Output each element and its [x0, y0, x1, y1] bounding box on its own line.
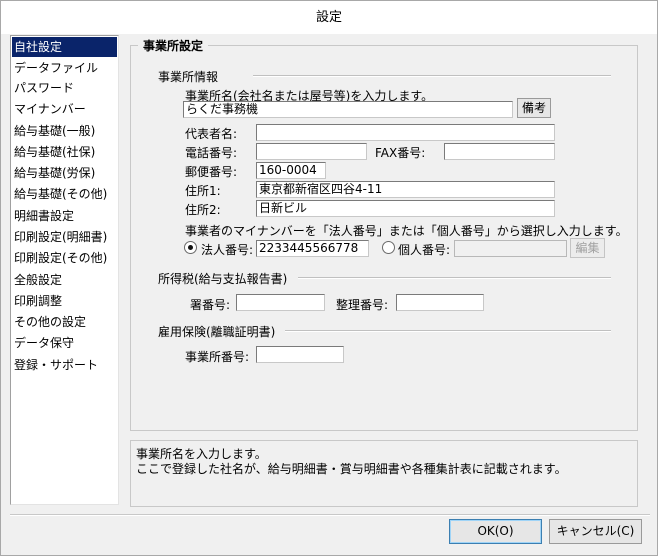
personal-number-label: 個人番号:: [398, 243, 451, 257]
address1-input[interactable]: 東京都新宿区四谷4-11: [256, 181, 555, 198]
panel-title: 事業所設定: [138, 37, 209, 54]
section-office-info: 事業所情報: [158, 70, 219, 84]
window-title: 設定: [1, 1, 657, 34]
nav-item-company-settings[interactable]: 自社設定: [12, 37, 117, 57]
employment-office-number-input[interactable]: [256, 346, 344, 363]
fax-label: FAX番号:: [375, 146, 426, 160]
cancel-button[interactable]: キャンセル(C): [549, 519, 642, 544]
tax-office-number-input[interactable]: [236, 294, 325, 311]
nav-item-password[interactable]: パスワード: [12, 78, 117, 98]
section-income-tax: 所得税(給与支払報告書): [158, 272, 288, 286]
nav-item-data-file[interactable]: データファイル: [12, 58, 117, 78]
address1-label: 住所1:: [185, 184, 221, 198]
address2-label: 住所2:: [185, 203, 221, 217]
ok-button[interactable]: OK(O): [449, 519, 542, 544]
section-employment-insurance: 雇用保険(離職証明書): [158, 325, 276, 339]
personal-number-radio[interactable]: [382, 241, 395, 254]
phone-label: 電話番号:: [185, 146, 238, 160]
corporate-number-input[interactable]: 2233445566778: [256, 240, 369, 257]
address2-input[interactable]: 日新ビル: [256, 200, 555, 217]
footer-divider: [10, 514, 650, 516]
personal-number-input[interactable]: [454, 240, 567, 257]
nav-item-salary-other[interactable]: 給与基礎(その他): [12, 184, 117, 204]
office-name-input[interactable]: らくだ事務機: [183, 101, 513, 118]
my-number-prompt: 事業者のマイナンバーを「法人番号」または「個人番号」から選択し入力します。: [185, 224, 628, 238]
nav-item-my-number[interactable]: マイナンバー: [12, 99, 117, 119]
nav-item-general-settings[interactable]: 全般設定: [12, 270, 117, 290]
zip-label: 郵便番号:: [185, 165, 238, 179]
reference-number-label: 整理番号:: [336, 298, 389, 312]
nav-item-salary-social[interactable]: 給与基礎(社保): [12, 142, 117, 162]
memo-button[interactable]: 備考: [517, 98, 551, 118]
corporate-number-radio[interactable]: [184, 241, 197, 254]
nav-item-other-settings[interactable]: その他の設定: [12, 312, 117, 332]
nav-item-print-other[interactable]: 印刷設定(その他): [12, 248, 117, 268]
section-divider: [285, 330, 611, 332]
representative-input[interactable]: [256, 124, 555, 141]
edit-button[interactable]: 編集: [570, 238, 605, 258]
fax-input[interactable]: [444, 143, 555, 160]
nav-item-salary-labor[interactable]: 給与基礎(労保): [12, 163, 117, 183]
nav-item-print-adjust[interactable]: 印刷調整: [12, 291, 117, 311]
settings-nav-list[interactable]: 自社設定 データファイル パスワード マイナンバー 給与基礎(一般) 給与基礎(…: [10, 35, 119, 505]
nav-item-statement-settings[interactable]: 明細書設定: [12, 206, 117, 226]
section-divider: [298, 277, 611, 279]
reference-number-input[interactable]: [396, 294, 484, 311]
corporate-number-label: 法人番号:: [201, 243, 254, 257]
nav-item-data-maintenance[interactable]: データ保守: [12, 333, 117, 353]
nav-item-salary-general[interactable]: 給与基礎(一般): [12, 121, 117, 141]
nav-item-registration-support[interactable]: 登録・サポート: [12, 355, 117, 375]
section-divider: [253, 75, 611, 77]
nav-item-print-statement[interactable]: 印刷設定(明細書): [12, 227, 117, 247]
phone-input[interactable]: [256, 143, 367, 160]
settings-window: 設定 自社設定 データファイル パスワード マイナンバー 給与基礎(一般) 給与…: [0, 0, 658, 556]
radio-selected-dot: [188, 245, 193, 250]
tax-office-number-label: 署番号:: [190, 298, 231, 312]
help-text-line2: ここで登録した社名が、給与明細書・賞与明細書や各種集計表に記載されます。: [136, 462, 567, 476]
employment-office-number-label: 事業所番号:: [185, 350, 250, 364]
representative-label: 代表者名:: [185, 127, 238, 141]
zip-input[interactable]: 160-0004: [256, 162, 326, 179]
